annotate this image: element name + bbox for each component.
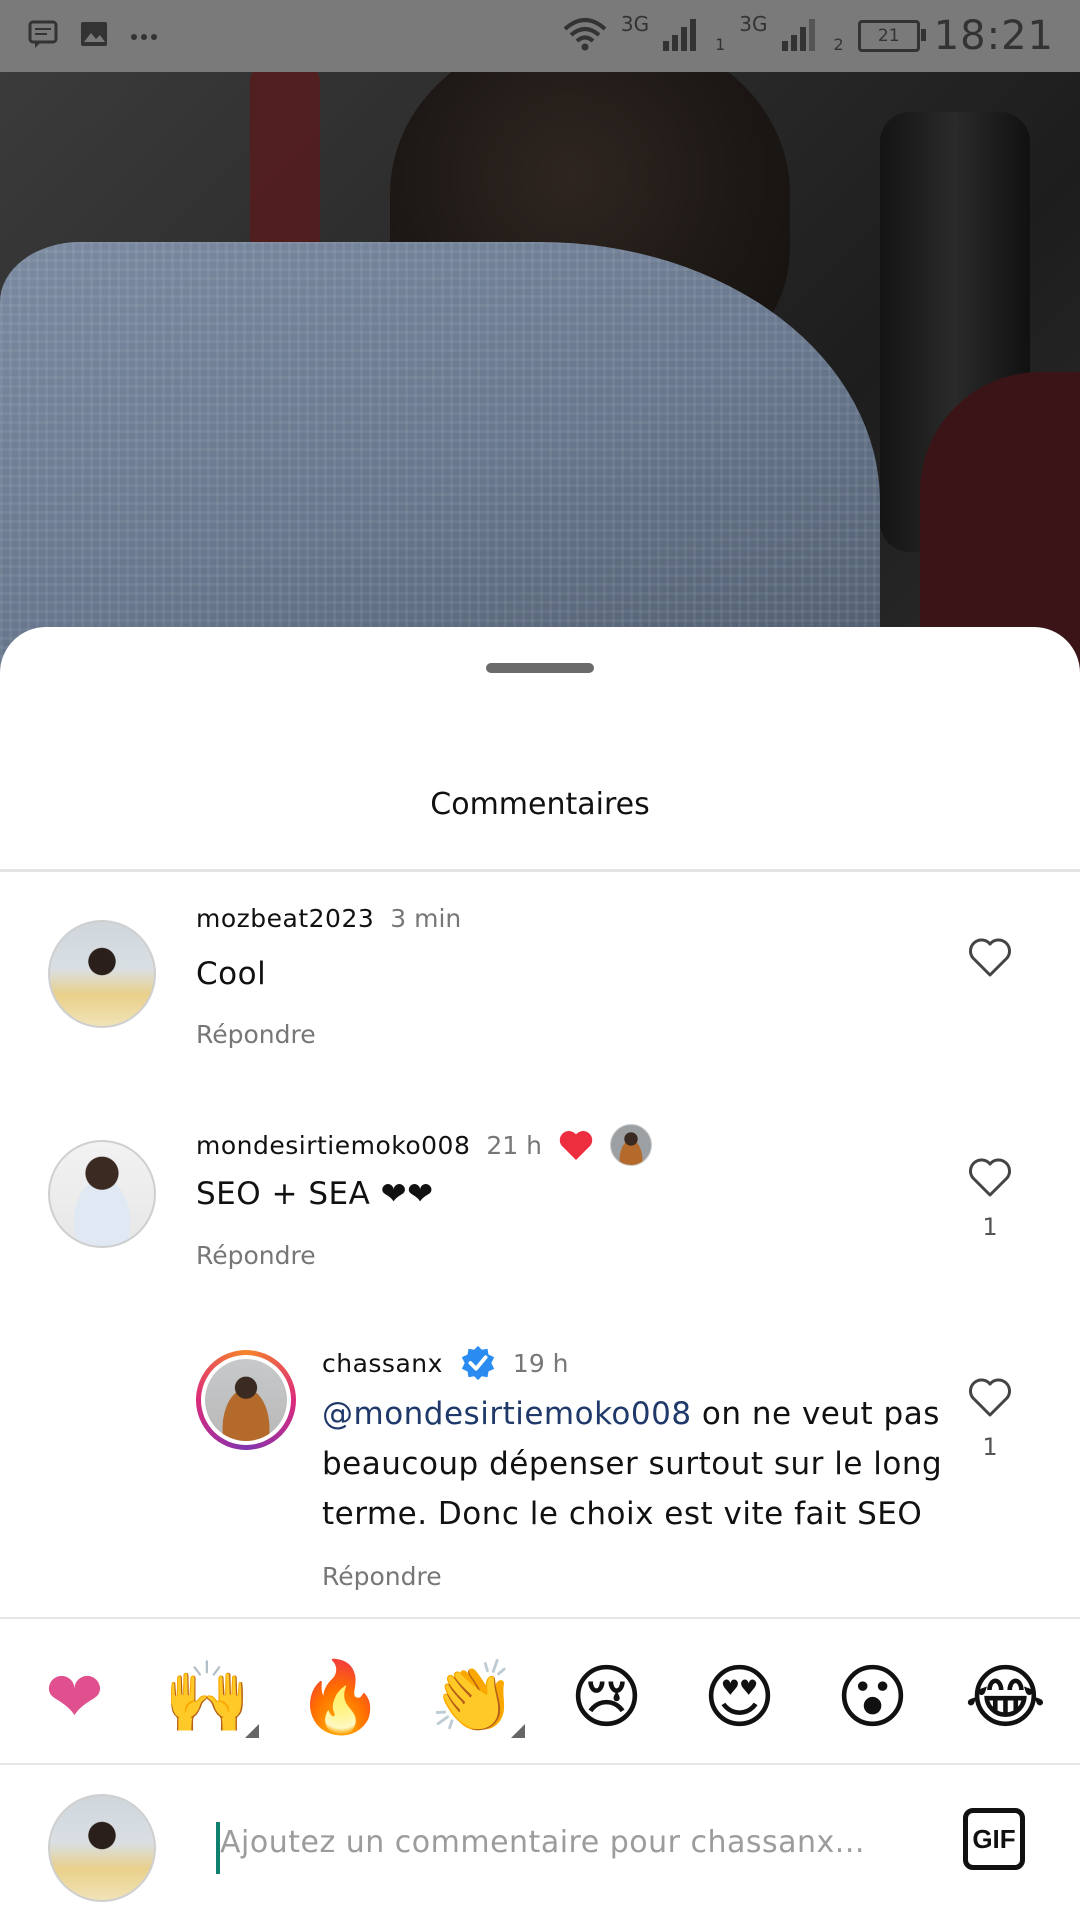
my-avatar (48, 1794, 156, 1902)
comment-time: 19 h (512, 1348, 569, 1378)
drag-handle[interactable] (486, 663, 594, 673)
comment-text-line: on ne veut pas (691, 1396, 940, 1432)
signal-icon (663, 17, 701, 55)
wifi-icon (563, 17, 607, 55)
comment-text-line: beaucoup dépenser surtout sur le long (322, 1446, 943, 1482)
mention-link[interactable]: @mondesirtiemoko008 (322, 1396, 692, 1432)
gif-button[interactable]: GIF (963, 1808, 1025, 1870)
emoji-laughing[interactable]: 😂 (951, 1662, 1061, 1732)
avatar[interactable] (48, 1140, 156, 1248)
emoji-glyph: 🙌 (163, 1656, 252, 1738)
verified-badge-icon (461, 1345, 495, 1381)
network-type-2: 3G (739, 12, 768, 36)
comment-composer: Ajoutez un commentaire pour chassanx... … (0, 1765, 1080, 1920)
heart-icon[interactable] (966, 1153, 1014, 1201)
emoji-crying[interactable]: 😢 (552, 1662, 662, 1732)
more-icon (130, 27, 158, 46)
comment-text: Cool (196, 956, 267, 992)
message-icon (28, 19, 58, 53)
emoji-heart[interactable]: ❤ (20, 1662, 130, 1732)
emoji-fire[interactable]: 🔥 (286, 1662, 396, 1732)
sheet-title: Commentaires (430, 787, 650, 822)
video-frame-detail (0, 242, 880, 672)
reply-button[interactable]: Répondre (196, 1020, 316, 1049)
comment-text-line: terme. Donc le choix est vite fait SEO (322, 1496, 923, 1532)
comment-time: 21 h (486, 1130, 542, 1160)
video-player[interactable] (0, 72, 1080, 672)
comment-input[interactable]: Ajoutez un commentaire pour chassanx... (220, 1825, 865, 1860)
emoji-bar: ❤ 🙌 🔥 👏 😢 😍 😮 😂 (0, 1630, 1080, 1764)
comment-username[interactable]: chassanx (322, 1349, 443, 1378)
emoji-heart-eyes[interactable]: 😍 (685, 1662, 795, 1732)
emoji-surprised[interactable]: 😮 (818, 1662, 928, 1732)
heart-icon[interactable] (966, 1373, 1014, 1421)
reply-button[interactable]: Répondre (196, 1241, 316, 1270)
heart-icon[interactable] (966, 933, 1014, 981)
sim-slot-1: 1 (715, 34, 726, 54)
avatar[interactable] (196, 1350, 296, 1450)
comment-time: 3 min (390, 904, 462, 933)
image-icon (80, 21, 108, 51)
skin-tone-indicator (244, 1724, 259, 1738)
status-bar: 3G 1 3G 2 21 18:21 (0, 0, 1080, 72)
network-type-1: 3G (620, 12, 650, 36)
comment-text: @mondesirtiemoko008 on ne veut pas beauc… (322, 1389, 942, 1539)
skin-tone-indicator (510, 1724, 525, 1738)
like-count: 1 (982, 1213, 998, 1241)
reply-button[interactable]: Répondre (322, 1562, 442, 1591)
emoji-glyph: 👏 (429, 1656, 518, 1738)
emoji-clapping[interactable]: 👏 (419, 1662, 529, 1738)
comment-username[interactable]: mozbeat2023 (196, 904, 374, 933)
comment-text: SEO + SEA ❤❤ (196, 1176, 434, 1212)
liked-by-author-heart-icon (559, 1131, 593, 1160)
divider (0, 1617, 1080, 1619)
clock: 18:21 (933, 13, 1054, 59)
like-count: 1 (982, 1433, 998, 1461)
avatar[interactable] (48, 920, 156, 1028)
divider (0, 869, 1080, 872)
sim-slot-2: 2 (833, 34, 844, 54)
author-avatar-small (609, 1124, 652, 1166)
battery-icon: 21 (857, 20, 926, 52)
signal-icon (781, 17, 820, 55)
comment-username[interactable]: mondesirtiemoko008 (196, 1131, 470, 1160)
emoji-raising-hands[interactable]: 🙌 (153, 1662, 263, 1738)
